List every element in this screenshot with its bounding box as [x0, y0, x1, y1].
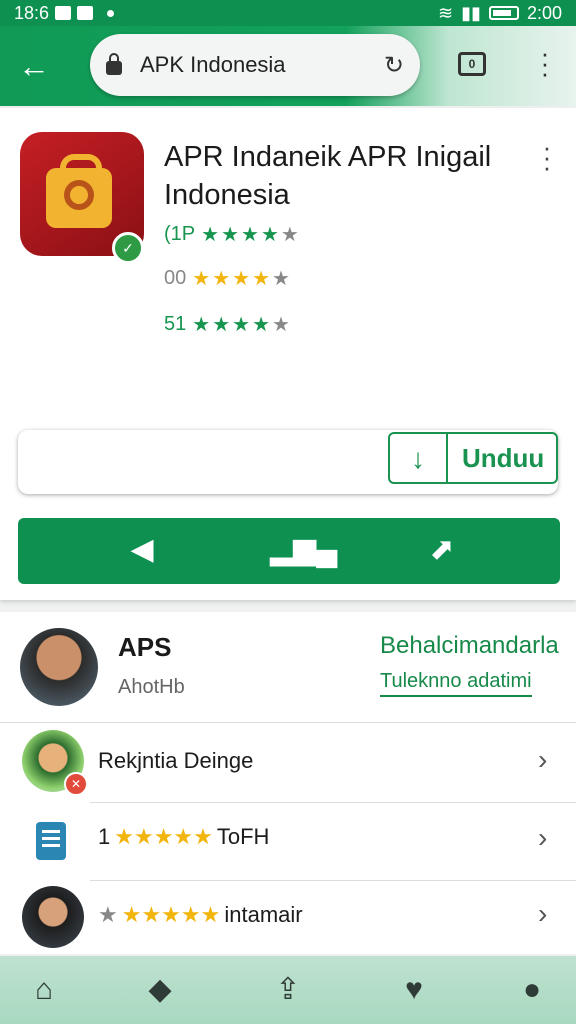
- status-bar: 18:6 ≋ ▮▮ 2:00: [0, 0, 576, 26]
- signal-icon: ▮▮: [461, 2, 481, 23]
- avatar[interactable]: [20, 628, 98, 706]
- content-list: APS AhotHb Behalcimandarla Tuleknno adat…: [0, 612, 576, 954]
- star-empty-icon: ★: [280, 224, 299, 246]
- share-icon[interactable]: ⬈: [422, 532, 462, 568]
- shopping-icon: [77, 6, 94, 20]
- status-clock: 2:00: [526, 2, 562, 23]
- download-button[interactable]: ↓ Unduu: [388, 432, 558, 484]
- list-item-label: ToFH: [216, 824, 270, 849]
- profile-name: APS: [118, 632, 172, 662]
- heart-icon[interactable]: ♥: [396, 972, 432, 1008]
- lock-icon: [106, 53, 122, 75]
- star-icon: ★★★★★: [114, 824, 213, 849]
- battery-icon: [488, 6, 519, 20]
- home-icon[interactable]: ⌂: [26, 972, 62, 1008]
- profile-link-primary[interactable]: Behalcimandarla: [380, 632, 559, 660]
- divider: [90, 802, 576, 803]
- rating-row-3: 51 ★ ★ ★ ★ ★: [164, 312, 290, 337]
- star-icon: ★: [201, 224, 220, 246]
- reload-icon[interactable]: ↻: [384, 51, 404, 80]
- rating-prefix: 51: [164, 313, 187, 335]
- rating-prefix: 00: [164, 267, 187, 289]
- chevron-right-icon[interactable]: ›: [538, 898, 547, 930]
- list-item-label: intamair: [224, 902, 303, 927]
- share-icon[interactable]: ⇪: [270, 972, 306, 1008]
- browser-toolbar: ← APK Indonesia ↻ 0 · · ·: [0, 26, 576, 106]
- close-badge-icon: ✕: [64, 772, 88, 796]
- star-icon: ★: [212, 268, 231, 290]
- star-icon: ★: [232, 268, 251, 290]
- notification-icon: [55, 6, 72, 20]
- star-icon: ★: [260, 224, 279, 246]
- download-label: Unduu: [462, 442, 545, 473]
- profile-link-secondary[interactable]: Tuleknno adatimi: [380, 670, 532, 697]
- star-icon: ★: [212, 314, 231, 336]
- download-panel: ↓ Unduu: [18, 430, 558, 494]
- rating-row-1: (1P ★ ★ ★ ★ ★: [164, 222, 299, 247]
- verified-icon: ✓: [112, 232, 144, 264]
- star-icon: ★: [252, 268, 270, 290]
- star-empty-icon: ★: [98, 902, 118, 927]
- star-icon: ★: [221, 224, 239, 246]
- list-item-rating[interactable]: 1 ★★★★★ ToFH: [98, 824, 269, 850]
- profile-icon[interactable]: ●: [514, 972, 550, 1008]
- more-menu-icon[interactable]: · · ·: [538, 40, 552, 86]
- star-empty-icon: ★: [272, 314, 290, 336]
- document-icon: [36, 822, 66, 860]
- profile-subtitle: AhotHb: [118, 676, 185, 698]
- action-bar: ◀ ▂▆▄ ⬈: [18, 518, 560, 584]
- chevron-right-icon[interactable]: ›: [538, 822, 547, 854]
- download-arrow-icon: ↓: [390, 434, 448, 482]
- rating-prefix: (1P: [164, 223, 196, 245]
- star-icon: ★: [192, 314, 211, 336]
- rating-row-2: 00 ★ ★ ★ ★ ★: [164, 266, 290, 291]
- address-bar[interactable]: APK Indonesia ↻: [90, 34, 420, 96]
- status-time: 18:6: [14, 2, 50, 23]
- bottom-nav: ⌂ ◆ ⇪ ♥ ●: [0, 956, 576, 1024]
- star-icon: ★★★★★: [121, 902, 221, 927]
- speaker-icon[interactable]: ◀: [122, 532, 162, 568]
- list-item-rating[interactable]: ★ ★★★★★ intamair: [98, 902, 303, 928]
- app-card: ✓ APR Indaneik APR Inigail Indonesia · · ·…: [0, 108, 576, 600]
- star-icon: ★: [252, 314, 270, 336]
- star-icon: ★: [241, 224, 259, 246]
- dot-icon: [107, 9, 115, 17]
- chevron-right-icon[interactable]: ›: [538, 744, 547, 776]
- divider: [0, 722, 576, 723]
- star-empty-icon: ★: [272, 268, 290, 290]
- tag-icon[interactable]: ◆: [142, 972, 178, 1008]
- star-icon: ★: [192, 268, 211, 290]
- app-title: APR Indaneik APR Inigail Indonesia: [164, 141, 492, 211]
- tabs-icon[interactable]: 0: [458, 52, 486, 76]
- list-item-prefix: 1: [98, 824, 111, 849]
- divider: [90, 880, 576, 881]
- url-text[interactable]: APK Indonesia: [140, 52, 384, 78]
- back-arrow-icon[interactable]: ←: [16, 48, 52, 84]
- star-icon: ★: [232, 314, 251, 336]
- list-item-label[interactable]: Rekjntia Deinge: [98, 748, 253, 774]
- chart-icon[interactable]: ▂▆▄: [270, 532, 337, 568]
- wifi-icon: ≋: [438, 2, 454, 23]
- avatar[interactable]: [22, 886, 84, 948]
- shopping-bag-icon: [46, 154, 112, 228]
- card-more-icon[interactable]: · · ·: [540, 134, 554, 180]
